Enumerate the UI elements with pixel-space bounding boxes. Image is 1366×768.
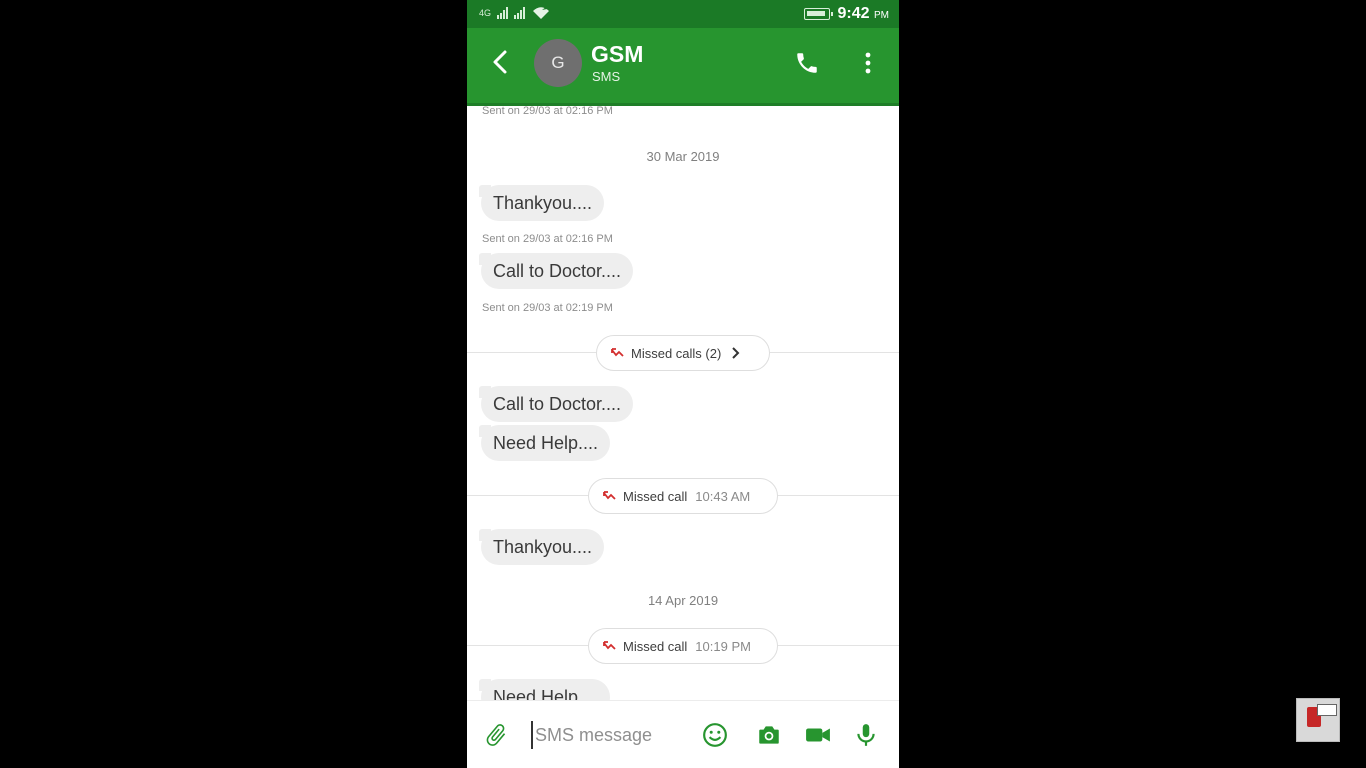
- message-bubble[interactable]: Thankyou....: [478, 185, 605, 221]
- phone-icon[interactable]: [794, 50, 820, 76]
- channel-logo: [1296, 698, 1340, 742]
- avatar[interactable]: G: [534, 39, 582, 87]
- missed-call-chip[interactable]: Missed call 10:19 PM: [588, 628, 778, 664]
- sent-info: Sent on 29/03 at 02:16 PM: [482, 106, 613, 117]
- video-icon[interactable]: [805, 722, 831, 748]
- back-arrow-icon[interactable]: [489, 48, 513, 76]
- status-ampm: PM: [874, 10, 889, 21]
- message-input[interactable]: [531, 721, 695, 749]
- missed-call-icon: [611, 348, 624, 357]
- status-time: 9:42 PM: [838, 5, 889, 23]
- missed-calls-row: Missed calls (2): [467, 334, 899, 372]
- message-bubble[interactable]: Need Help....: [478, 679, 611, 700]
- message-bubble[interactable]: Thankyou....: [478, 529, 605, 565]
- missed-call-chip[interactable]: Missed call 10:43 AM: [588, 478, 778, 514]
- more-vert-icon[interactable]: [862, 50, 874, 76]
- attach-icon[interactable]: [483, 722, 509, 748]
- avatar-initial: G: [551, 53, 565, 72]
- camera-icon[interactable]: [756, 722, 782, 748]
- missed-calls-chip[interactable]: Missed calls (2): [596, 335, 770, 371]
- contact-name[interactable]: GSM: [591, 41, 643, 68]
- contact-subtitle: SMS: [592, 69, 621, 84]
- signal-icon-sim2: [514, 7, 526, 19]
- status-bar: 4G 9:42 PM: [467, 0, 899, 28]
- signal-icon: [497, 7, 509, 19]
- missed-call-icon: [603, 641, 616, 650]
- emoji-icon[interactable]: [702, 722, 728, 748]
- missed-call-icon: [603, 491, 616, 500]
- missed-call-row: Missed call 10:19 PM: [467, 627, 899, 665]
- message-composer: [467, 700, 899, 768]
- sent-info: Sent on 29/03 at 02:19 PM: [482, 302, 613, 314]
- missed-call-label: Missed call: [623, 488, 688, 504]
- logo-tag: [1317, 704, 1337, 716]
- phone-screen: 4G 9:42 PM G GSM SMS Sent on 29/03 at 02…: [467, 0, 899, 768]
- conversation-list[interactable]: Sent on 29/03 at 02:16 PM 30 Mar 2019 Th…: [467, 106, 899, 700]
- app-bar: G GSM SMS: [467, 28, 899, 106]
- message-bubble[interactable]: Need Help....: [478, 425, 611, 461]
- date-separator: 14 Apr 2019: [647, 593, 719, 608]
- message-bubble[interactable]: Call to Doctor....: [478, 253, 634, 289]
- missed-call-row: Missed call 10:43 AM: [467, 477, 899, 515]
- network-type-label: 4G: [479, 8, 492, 18]
- missed-call-time: 10:43 AM: [695, 488, 751, 504]
- date-separator: 30 Mar 2019: [646, 149, 720, 164]
- mic-icon[interactable]: [853, 722, 879, 748]
- chevron-right-icon: [732, 347, 740, 359]
- status-time-value: 9:42: [837, 5, 870, 22]
- missed-call-label: Missed call: [623, 638, 688, 654]
- missed-calls-label: Missed calls (2): [631, 345, 722, 361]
- message-bubble[interactable]: Call to Doctor....: [478, 386, 634, 422]
- wifi-call-icon: [533, 7, 550, 19]
- missed-call-time: 10:19 PM: [695, 638, 751, 654]
- battery-icon: [803, 8, 833, 20]
- sent-info: Sent on 29/03 at 02:16 PM: [482, 233, 613, 245]
